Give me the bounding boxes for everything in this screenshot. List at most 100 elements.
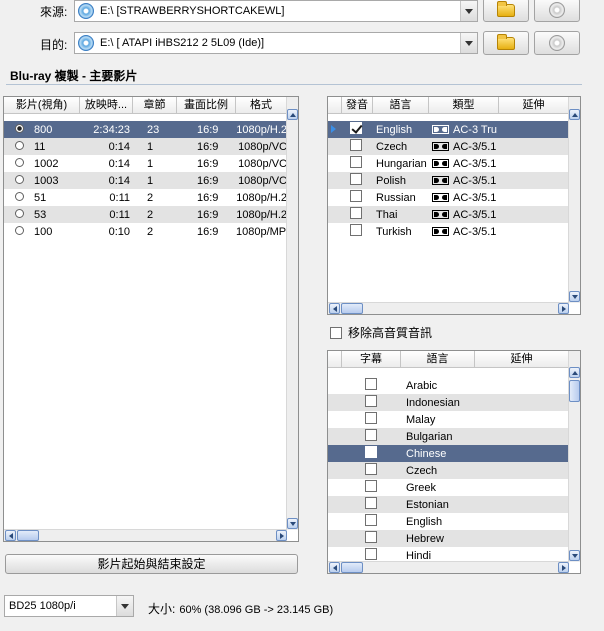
subtitle-list[interactable]: 字幕 語言 延伸 Arabic Indonesian Malay Bulgarian C… — [327, 350, 581, 574]
col-language[interactable]: 語言 — [373, 97, 429, 113]
scroll-left-button[interactable] — [329, 303, 340, 314]
checkbox-icon[interactable] — [350, 224, 362, 236]
radio-icon[interactable] — [15, 140, 24, 150]
col-audio[interactable]: 發音 — [342, 97, 373, 113]
list-item[interactable]: Czech AC-3/5.1 — [328, 138, 569, 155]
scroll-left-button[interactable] — [329, 562, 340, 573]
destination-combo[interactable]: E:\ [ ATAPI iHBS212 2 5L09 (Ide)] — [74, 32, 478, 54]
checkbox-icon[interactable] — [365, 378, 377, 390]
scroll-thumb[interactable] — [569, 380, 580, 402]
list-item[interactable]: Arabic — [328, 377, 569, 394]
radio-icon[interactable] — [15, 225, 24, 235]
titles-hscroll[interactable] — [4, 529, 287, 541]
scroll-down-button[interactable] — [569, 550, 580, 561]
list-item[interactable]: Chinese — [328, 445, 569, 462]
checkbox-icon[interactable] — [350, 139, 362, 151]
list-item[interactable]: Russian AC-3/5.1 — [328, 189, 569, 206]
list-item[interactable]: Turkish AC-3/5.1 — [328, 223, 569, 240]
audio-list[interactable]: 發音 語言 類型 延伸 English AC-3 Tru Czech AC-3/5.1… — [327, 96, 581, 315]
checkbox-icon[interactable] — [350, 122, 362, 134]
start-end-settings-button[interactable]: 影片起始與結束設定 — [5, 554, 298, 574]
scroll-left-button[interactable] — [5, 530, 16, 541]
checkbox-icon[interactable] — [365, 412, 377, 424]
checkbox-icon[interactable] — [350, 207, 362, 219]
checkbox-icon[interactable] — [365, 395, 377, 407]
checkbox-icon[interactable] — [365, 548, 377, 560]
col-title[interactable]: 影片(視角) — [4, 97, 80, 113]
radio-icon[interactable] — [15, 157, 24, 167]
audio-header: 發音 語言 類型 延伸 — [328, 97, 569, 114]
destination-dropdown-button[interactable] — [460, 33, 477, 53]
destination-browse-button[interactable] — [483, 31, 529, 55]
list-item[interactable]: Hungarian AC-3/5.1 — [328, 155, 569, 172]
col-extension[interactable]: 延伸 — [499, 97, 569, 113]
destination-disc-button[interactable] — [534, 31, 580, 55]
list-item[interactable]: Hebrew — [328, 530, 569, 547]
list-item[interactable]: English AC-3 Tru — [328, 121, 569, 138]
source-dropdown-button[interactable] — [460, 1, 477, 21]
table-row[interactable]: 51 0:11 2 16:9 1080p/H.2 — [4, 189, 287, 206]
table-row[interactable]: 100 0:10 2 16:9 1080p/MPE — [4, 223, 287, 240]
col-type[interactable]: 類型 — [429, 97, 499, 113]
col-sub-extension[interactable]: 延伸 — [475, 351, 569, 367]
subtitle-hscroll[interactable] — [328, 561, 569, 573]
checkbox-icon[interactable] — [365, 463, 377, 475]
scroll-up-button[interactable] — [569, 367, 580, 378]
col-format[interactable]: 格式 — [236, 97, 287, 113]
checkbox-icon[interactable] — [365, 531, 377, 543]
col-duration[interactable]: 放映時... — [80, 97, 133, 113]
audio-vscroll[interactable] — [568, 97, 580, 303]
radio-icon[interactable] — [15, 174, 24, 184]
col-sub-language[interactable]: 語言 — [401, 351, 475, 367]
table-row[interactable]: 1002 0:14 1 16:9 1080p/VC — [4, 155, 287, 172]
scroll-up-button[interactable] — [287, 109, 298, 120]
checkbox-icon[interactable] — [350, 173, 362, 185]
subtitle-vscroll[interactable] — [568, 351, 580, 562]
titles-list[interactable]: 影片(視角) 放映時... 章節 畫面比例 格式 800 2:34:23 23 16:… — [3, 96, 299, 542]
scroll-thumb[interactable] — [341, 562, 363, 573]
col-chapters[interactable]: 章節 — [133, 97, 177, 113]
list-item[interactable]: English — [328, 513, 569, 530]
table-row[interactable]: 11 0:14 1 16:9 1080p/VC — [4, 138, 287, 155]
scroll-thumb[interactable] — [341, 303, 363, 314]
source-combo[interactable]: E:\ [STRAWBERRYSHORTCAKEWL] — [74, 0, 478, 22]
list-item[interactable]: Malay — [328, 411, 569, 428]
scroll-up-button[interactable] — [569, 109, 580, 120]
output-format-dropdown-button[interactable] — [116, 596, 133, 616]
scroll-right-button[interactable] — [276, 530, 287, 541]
checkbox-icon[interactable] — [365, 446, 377, 458]
source-disc-button[interactable] — [534, 0, 580, 22]
table-row[interactable]: 800 2:34:23 23 16:9 1080p/H.2 — [4, 121, 287, 138]
checkbox-icon[interactable] — [350, 190, 362, 202]
list-item[interactable]: Thai AC-3/5.1 — [328, 206, 569, 223]
audio-hscroll[interactable] — [328, 302, 569, 314]
col-subtitle[interactable]: 字幕 — [342, 351, 401, 367]
table-row[interactable]: 53 0:11 2 16:9 1080p/H.2 — [4, 206, 287, 223]
scroll-down-button[interactable] — [569, 291, 580, 302]
list-item[interactable]: Indonesian — [328, 394, 569, 411]
scroll-right-button[interactable] — [558, 562, 569, 573]
checkbox-icon[interactable] — [350, 156, 362, 168]
radio-icon[interactable] — [15, 123, 24, 133]
radio-icon[interactable] — [15, 191, 24, 201]
source-browse-button[interactable] — [483, 0, 529, 22]
remove-hd-audio-option[interactable]: 移除高音質音訊 — [330, 324, 432, 341]
list-item[interactable]: Polish AC-3/5.1 — [328, 172, 569, 189]
table-row[interactable]: 1003 0:14 1 16:9 1080p/VC — [4, 172, 287, 189]
titles-vscroll[interactable] — [286, 97, 298, 530]
radio-icon[interactable] — [15, 208, 24, 218]
list-item[interactable]: Greek — [328, 479, 569, 496]
remove-hd-audio-checkbox[interactable] — [330, 326, 342, 339]
col-aspect[interactable]: 畫面比例 — [177, 97, 236, 113]
list-item[interactable]: Estonian — [328, 496, 569, 513]
scroll-thumb[interactable] — [17, 530, 39, 541]
list-item[interactable]: Czech — [328, 462, 569, 479]
scroll-down-button[interactable] — [287, 518, 298, 529]
checkbox-icon[interactable] — [365, 429, 377, 441]
checkbox-icon[interactable] — [365, 497, 377, 509]
checkbox-icon[interactable] — [365, 480, 377, 492]
checkbox-icon[interactable] — [365, 514, 377, 526]
list-item[interactable]: Bulgarian — [328, 428, 569, 445]
scroll-right-button[interactable] — [558, 303, 569, 314]
output-format-combo[interactable]: BD25 1080p/i — [4, 595, 134, 617]
